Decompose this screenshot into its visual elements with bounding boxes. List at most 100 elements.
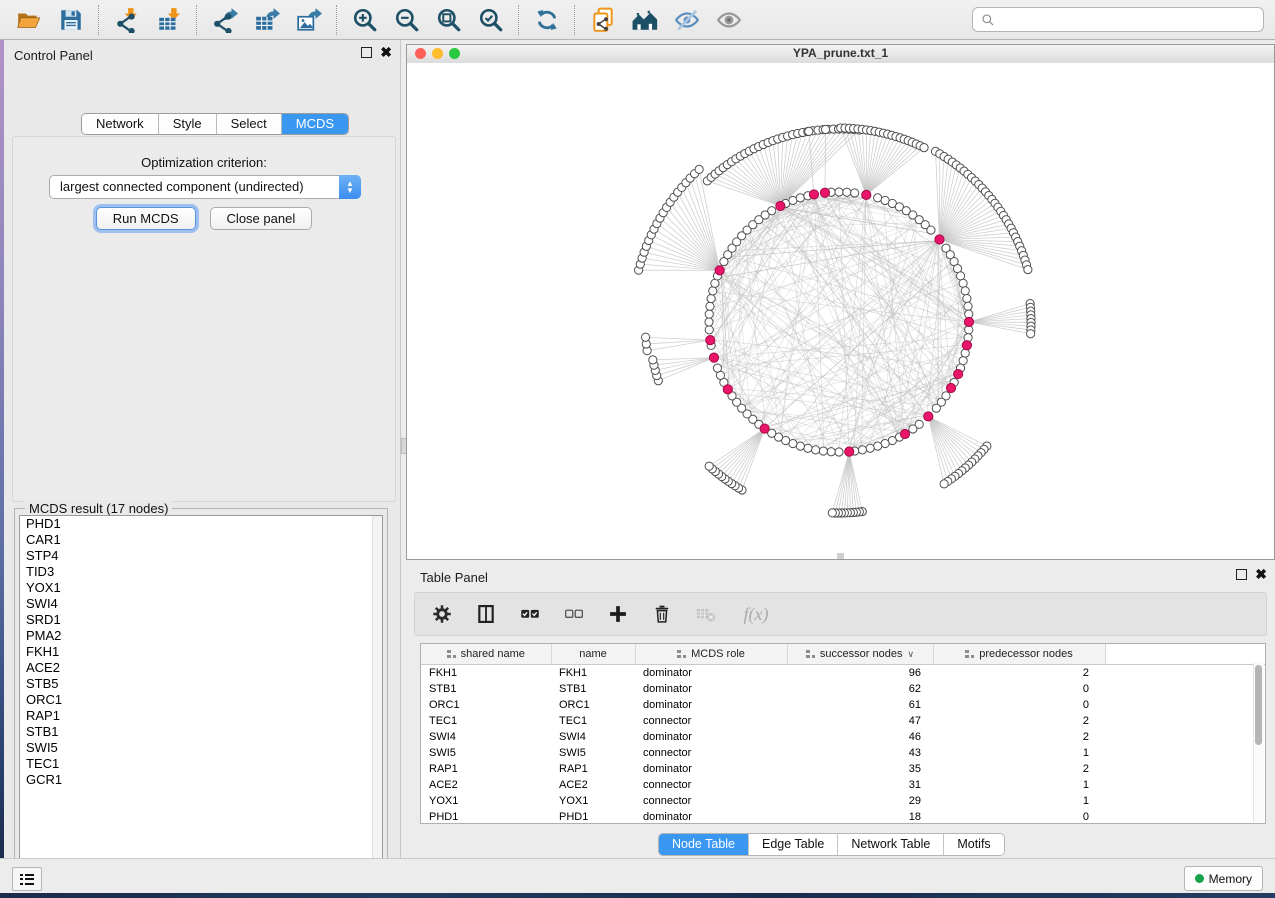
export-image-button[interactable]	[290, 3, 328, 37]
table-row[interactable]: SWI4SWI4dominator462	[421, 729, 1265, 745]
mcds-hub-node[interactable]	[954, 369, 963, 378]
float-panel-icon[interactable]	[361, 47, 372, 58]
mcds-hub-node[interactable]	[776, 201, 785, 210]
mcds-result-item[interactable]: TEC1	[20, 756, 382, 772]
tab-motifs[interactable]: Motifs	[944, 834, 1003, 855]
ring-node[interactable]	[796, 194, 804, 202]
leaf-node[interactable]	[940, 480, 948, 488]
leaf-node[interactable]	[705, 462, 713, 470]
tab-network-table[interactable]: Network Table	[838, 834, 944, 855]
memory-button[interactable]: Memory	[1184, 866, 1263, 891]
mcds-result-item[interactable]: SWI4	[20, 596, 382, 612]
table-row[interactable]: ACE2ACE2connector311	[421, 777, 1265, 793]
column-panel-button[interactable]	[473, 601, 499, 627]
ring-node[interactable]	[932, 404, 940, 412]
ring-node[interactable]	[927, 226, 935, 234]
ring-node[interactable]	[961, 287, 969, 295]
add-column-button[interactable]	[605, 601, 631, 627]
table-scrollbar-thumb[interactable]	[1255, 665, 1262, 745]
table-row[interactable]: RAP1RAP1dominator352	[421, 761, 1265, 777]
close-window-icon[interactable]	[415, 48, 426, 59]
delete-column-button[interactable]	[649, 601, 675, 627]
close-panel-button[interactable]: Close panel	[210, 207, 313, 230]
network-window-titlebar[interactable]: YPA_prune.txt_1	[407, 45, 1274, 64]
table-row[interactable]: TEC1TEC1connector472	[421, 713, 1265, 729]
mcds-result-item[interactable]: SRD1	[20, 612, 382, 628]
table-row[interactable]: ORC1ORC1dominator610	[421, 697, 1265, 713]
ring-node[interactable]	[851, 189, 859, 197]
column-header-predecessor-nodes[interactable]: predecessor nodes	[933, 644, 1105, 665]
tab-select[interactable]: Select	[217, 114, 282, 134]
table-row[interactable]: YOX1YOX1connector291	[421, 793, 1265, 809]
leaf-node[interactable]	[641, 333, 649, 341]
mcds-hub-node[interactable]	[709, 353, 718, 362]
mcds-hub-node[interactable]	[924, 412, 933, 421]
mcds-hub-node[interactable]	[964, 317, 973, 326]
table-scrollbar[interactable]	[1253, 663, 1264, 822]
leaf-node[interactable]	[695, 165, 703, 173]
column-header-name[interactable]: name	[551, 644, 635, 665]
maximize-window-icon[interactable]	[449, 48, 460, 59]
save-session-button[interactable]	[52, 3, 90, 37]
export-network-button[interactable]	[206, 3, 244, 37]
mcds-result-item[interactable]: STB1	[20, 724, 382, 740]
mcds-hub-node[interactable]	[809, 190, 818, 199]
ring-node[interactable]	[961, 349, 969, 357]
mcds-result-item[interactable]: YOX1	[20, 580, 382, 596]
close-panel-icon[interactable]: ✖	[380, 47, 392, 58]
mcds-result-item[interactable]: SWI5	[20, 740, 382, 756]
float-table-panel-icon[interactable]	[1236, 569, 1247, 580]
search-box[interactable]	[972, 7, 1264, 32]
ring-node[interactable]	[713, 364, 721, 372]
apply-layout-button[interactable]	[528, 3, 566, 37]
tab-style[interactable]: Style	[159, 114, 217, 134]
table-row[interactable]: FKH1FKH1dominator962	[421, 665, 1265, 682]
mcds-result-item[interactable]: ACE2	[20, 660, 382, 676]
table-settings-button[interactable]	[429, 601, 455, 627]
mcds-result-item[interactable]: GCR1	[20, 772, 382, 788]
tab-node-table[interactable]: Node Table	[659, 834, 749, 855]
leaf-node[interactable]	[1024, 266, 1032, 274]
horizontal-splitter-handle[interactable]	[837, 553, 844, 559]
leaf-node[interactable]	[1027, 330, 1035, 338]
mcds-list-scrollbar[interactable]	[372, 516, 382, 872]
import-table-button[interactable]	[150, 3, 188, 37]
mcds-hub-node[interactable]	[760, 424, 769, 433]
deselect-all-button[interactable]	[561, 601, 587, 627]
run-mcds-button[interactable]: Run MCDS	[96, 207, 196, 230]
ring-node[interactable]	[709, 287, 717, 295]
search-input[interactable]	[1001, 12, 1255, 28]
mcds-result-item[interactable]: CAR1	[20, 532, 382, 548]
mcds-result-item[interactable]: ORC1	[20, 692, 382, 708]
ring-node[interactable]	[705, 310, 713, 318]
select-all-button[interactable]	[517, 601, 543, 627]
leaf-node[interactable]	[821, 125, 829, 133]
export-table-button[interactable]	[248, 3, 286, 37]
mcds-result-item[interactable]: PMA2	[20, 628, 382, 644]
ring-node[interactable]	[835, 448, 843, 456]
ring-node[interactable]	[874, 442, 882, 450]
hide-selected-button[interactable]	[668, 3, 706, 37]
ring-node[interactable]	[804, 444, 812, 452]
ring-node[interactable]	[706, 302, 714, 310]
column-header-MCDS-role[interactable]: MCDS role	[635, 644, 787, 665]
leaf-node[interactable]	[920, 144, 928, 152]
task-history-button[interactable]	[12, 867, 42, 891]
mcds-hub-node[interactable]	[820, 188, 829, 197]
table-row[interactable]: STB1STB1dominator620	[421, 681, 1265, 697]
ring-node[interactable]	[959, 279, 967, 287]
column-header-successor-nodes[interactable]: successor nodes∨	[787, 644, 933, 665]
ring-node[interactable]	[705, 326, 713, 334]
ring-node[interactable]	[819, 447, 827, 455]
zoom-fit-button[interactable]	[430, 3, 468, 37]
zoom-out-button[interactable]	[388, 3, 426, 37]
tab-edge-table[interactable]: Edge Table	[749, 834, 838, 855]
mcds-hub-node[interactable]	[845, 447, 854, 456]
zoom-in-button[interactable]	[346, 3, 384, 37]
leaf-node[interactable]	[649, 356, 657, 364]
clone-network-button[interactable]	[584, 3, 622, 37]
close-table-panel-icon[interactable]: ✖	[1255, 569, 1267, 580]
minimize-window-icon[interactable]	[432, 48, 443, 59]
ring-node[interactable]	[964, 302, 972, 310]
ring-node[interactable]	[768, 207, 776, 215]
